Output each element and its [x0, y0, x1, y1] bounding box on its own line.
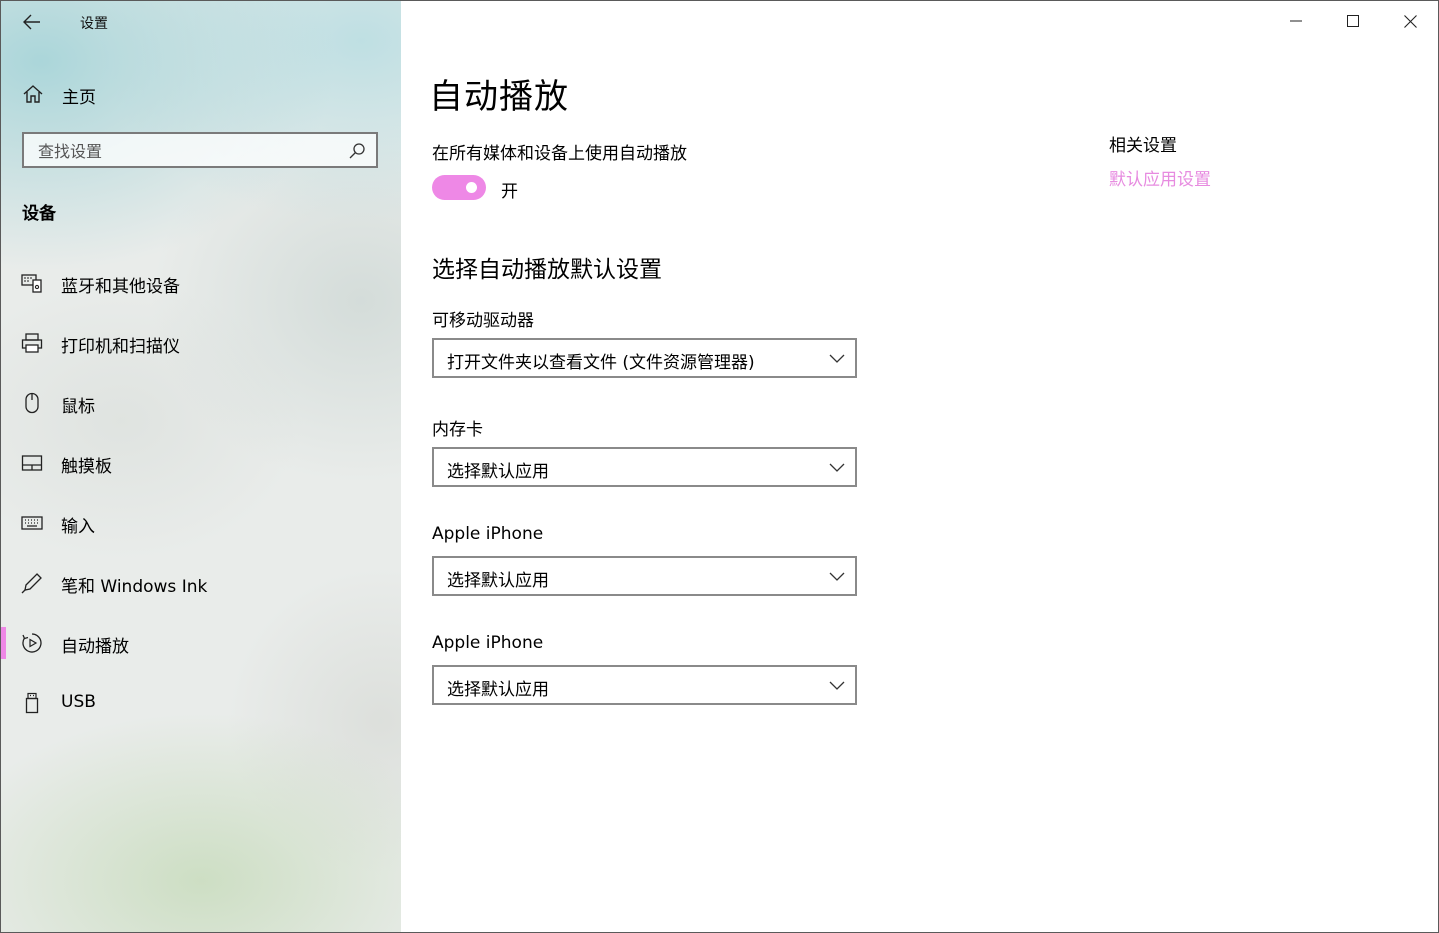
maximize-icon [1347, 15, 1359, 27]
home-label: 主页 [62, 88, 96, 108]
sidebar-item-label: 触摸板 [61, 457, 112, 477]
usb-icon [25, 692, 39, 714]
page-title: 自动播放 [429, 77, 569, 117]
section-title: 设备 [22, 204, 56, 224]
sidebar: 设置 主页 设备 蓝牙和其他设备 [1, 1, 401, 932]
sidebar-item-label: 自动播放 [61, 637, 129, 657]
related-settings-title: 相关设置 [1109, 136, 1177, 156]
dropdown-value: 选择默认应用 [447, 571, 549, 591]
sidebar-item-label: 输入 [61, 517, 95, 537]
apple-iphone-dropdown-1[interactable]: 选择默认应用 [432, 556, 857, 596]
close-button[interactable] [1382, 1, 1438, 41]
memory-card-label: 内存卡 [432, 420, 483, 440]
dropdown-value: 打开文件夹以查看文件 (文件资源管理器) [447, 353, 755, 373]
sidebar-item-mouse[interactable]: 鼠标 [1, 373, 401, 433]
search-icon[interactable] [348, 142, 366, 160]
sidebar-item-bluetooth[interactable]: 蓝牙和其他设备 [1, 253, 401, 313]
back-arrow-icon [23, 14, 40, 30]
close-icon [1403, 14, 1417, 28]
apple-iphone-dropdown-2[interactable]: 选择默认应用 [432, 665, 857, 705]
sidebar-item-usb[interactable]: USB [1, 673, 401, 733]
chevron-down-icon [829, 572, 845, 581]
sidebar-item-pen[interactable]: 笔和 Windows Ink [1, 553, 401, 613]
keyboard-icon [21, 516, 43, 530]
chevron-down-icon [829, 463, 845, 472]
sidebar-item-label: 笔和 Windows Ink [61, 577, 208, 597]
settings-window: 设置 主页 设备 蓝牙和其他设备 [0, 0, 1439, 933]
defaults-section-title: 选择自动播放默认设置 [432, 257, 662, 283]
autoplay-toggle[interactable] [432, 175, 486, 200]
toggle-state-text: 开 [501, 182, 518, 202]
apple-iphone-label-1: Apple iPhone [432, 524, 544, 544]
window-title: 设置 [80, 16, 108, 32]
pen-icon [21, 573, 42, 594]
removable-drive-dropdown[interactable]: 打开文件夹以查看文件 (文件资源管理器) [432, 338, 857, 378]
main-content: 自动播放 在所有媒体和设备上使用自动播放 开 选择自动播放默认设置 可移动驱动器… [401, 1, 1438, 932]
removable-drive-label: 可移动驱动器 [432, 311, 534, 331]
apple-iphone-label-2: Apple iPhone [432, 633, 544, 653]
memory-card-dropdown[interactable]: 选择默认应用 [432, 447, 857, 487]
dropdown-value: 选择默认应用 [447, 680, 549, 700]
sidebar-nav: 蓝牙和其他设备 打印机和扫描仪 鼠标 触摸板 输入 笔和 Windows Ink… [1, 253, 401, 733]
sidebar-item-label: 蓝牙和其他设备 [61, 277, 180, 297]
sidebar-item-label: 鼠标 [61, 397, 95, 417]
printer-icon [21, 333, 43, 353]
minimize-button[interactable] [1268, 1, 1324, 41]
search-input[interactable] [38, 140, 338, 162]
touchpad-icon [21, 455, 43, 471]
search-box[interactable] [22, 132, 378, 168]
sidebar-item-home[interactable]: 主页 [1, 75, 401, 113]
mouse-icon [25, 392, 39, 414]
toggle-knob [466, 182, 477, 193]
sidebar-item-typing[interactable]: 输入 [1, 493, 401, 553]
dropdown-value: 选择默认应用 [447, 462, 549, 482]
minimize-icon [1290, 20, 1302, 22]
title-bar: 设置 [1, 1, 401, 43]
autoplay-toggle-label: 在所有媒体和设备上使用自动播放 [432, 144, 687, 164]
default-apps-link[interactable]: 默认应用设置 [1109, 165, 1211, 190]
bluetooth-devices-icon [21, 274, 42, 293]
chevron-down-icon [829, 354, 845, 363]
sidebar-item-label: USB [61, 692, 96, 712]
sidebar-item-printers[interactable]: 打印机和扫描仪 [1, 313, 401, 373]
chevron-down-icon [829, 681, 845, 690]
maximize-button[interactable] [1325, 1, 1381, 41]
sidebar-item-autoplay[interactable]: 自动播放 [1, 613, 401, 673]
sidebar-item-touchpad[interactable]: 触摸板 [1, 433, 401, 493]
sidebar-item-label: 打印机和扫描仪 [61, 337, 180, 357]
home-icon [23, 85, 43, 103]
autoplay-icon [22, 633, 42, 653]
selection-indicator [1, 627, 6, 659]
back-button[interactable] [15, 9, 49, 35]
